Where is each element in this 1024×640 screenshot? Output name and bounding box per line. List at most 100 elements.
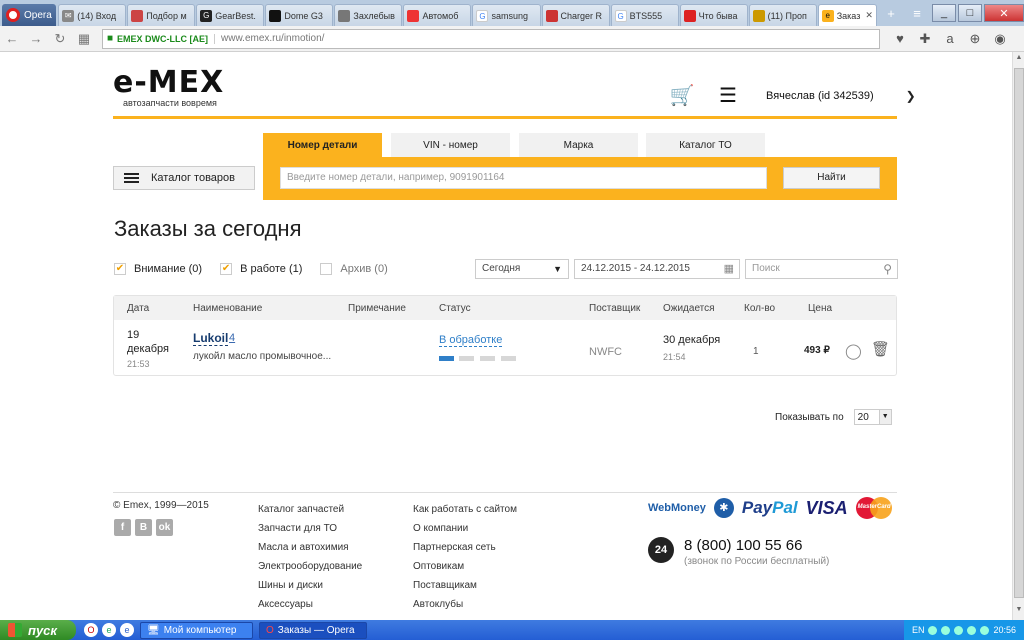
browser-tab[interactable]: Charger R — [541, 4, 610, 26]
browser-tab[interactable]: Захлебыв — [334, 4, 403, 26]
period-select[interactable]: Сегодня ▼ — [475, 259, 569, 279]
catalog-button[interactable]: Каталог товаров — [113, 166, 255, 190]
find-button[interactable]: Найти — [783, 167, 880, 189]
footer-link[interactable]: Шины и диски — [258, 576, 362, 595]
account-icon[interactable]: ◉ — [990, 30, 1010, 48]
browser-tab[interactable]: Подбор м — [127, 4, 196, 26]
cart-icon[interactable]: 🛒 — [668, 83, 696, 108]
browser-tab[interactable]: Gsamsung — [472, 4, 541, 26]
vk-icon[interactable]: B — [135, 519, 152, 536]
new-tab-icon[interactable]: + — [878, 2, 904, 24]
scroll-down-icon[interactable]: ▼ — [1014, 606, 1024, 618]
price: 493 ₽ — [804, 345, 830, 356]
checkbox-checked-icon[interactable]: ✔ — [114, 263, 126, 275]
browser-tab[interactable]: ✉ (14) Вход — [58, 4, 127, 26]
tray-icon[interactable] — [941, 625, 951, 635]
amazon-icon[interactable]: a — [940, 30, 960, 48]
tab-menu-icon[interactable]: ≡ — [904, 2, 930, 24]
tray-icon[interactable] — [967, 625, 977, 635]
browser-tab[interactable]: G GearBest. — [196, 4, 265, 26]
facebook-icon[interactable]: f — [114, 519, 131, 536]
tab-part-number[interactable]: Номер детали — [263, 133, 382, 157]
forward-icon[interactable]: → — [24, 31, 48, 46]
footer-link[interactable]: Запчасти для ТО — [258, 519, 362, 538]
checkbox-checked-icon[interactable]: ✔ — [220, 263, 233, 275]
browser-tab[interactable]: (11) Проп — [748, 4, 817, 26]
browser-tab[interactable]: G BTS555 — [610, 4, 679, 26]
scroll-up-icon[interactable]: ▲ — [1014, 54, 1024, 66]
scroll-thumb[interactable] — [1014, 68, 1024, 598]
browser-tab[interactable]: Автомоб — [403, 4, 472, 26]
odnoklassniki-icon[interactable]: ok — [156, 519, 173, 536]
filter-attention[interactable]: ✔ Внимание (0) — [114, 263, 202, 275]
page-scrollbar[interactable]: ▲ ▼ — [1012, 52, 1024, 620]
emex-logo[interactable]: e-MEX автозапчасти вовремя — [113, 65, 224, 108]
download-icon[interactable]: ⊕ — [965, 30, 985, 48]
browser-tab[interactable]: Dome G3 — [265, 4, 334, 26]
trash-icon[interactable]: 🗑 — [871, 340, 890, 358]
chevron-down-icon[interactable]: ❯ — [906, 89, 916, 103]
speed-dial-icon[interactable]: ▦ — [72, 31, 96, 47]
opera-menu-button[interactable]: Opera — [2, 4, 57, 26]
phone-number[interactable]: 8 (800) 100 55 66 — [684, 537, 829, 554]
footer-link[interactable]: Аксессуары — [258, 595, 362, 614]
minimize-icon[interactable]: _ — [932, 4, 956, 22]
col-date[interactable]: Дата — [127, 303, 149, 314]
taskbar-item-active[interactable]: O Заказы — Opera — [259, 621, 367, 639]
calendar-icon[interactable]: ▦ — [724, 260, 734, 278]
footer-link[interactable]: Автоклубы — [413, 595, 517, 614]
col-supplier[interactable]: Поставщик — [589, 303, 640, 314]
close-window-icon[interactable]: ✕ — [984, 4, 1024, 22]
tray-icon[interactable] — [928, 625, 938, 635]
checkbox-icon[interactable] — [320, 263, 333, 275]
footer-link[interactable]: Поставщикам — [413, 576, 517, 595]
filter-in-progress[interactable]: ✔ В работе (1) — [220, 263, 302, 275]
product-name-link[interactable]: Lukoil — [193, 331, 229, 346]
tray-icon[interactable] — [980, 625, 990, 635]
product-count-link[interactable]: 4 — [229, 332, 235, 344]
footer-link[interactable]: Как работать с сайтом — [413, 500, 517, 519]
footer-link[interactable]: О компании — [413, 519, 517, 538]
close-tab-icon[interactable]: ✕ — [865, 10, 873, 21]
tray-icon[interactable] — [954, 625, 964, 635]
checklist-icon[interactable]: ☰ — [714, 83, 742, 108]
footer-link[interactable]: Партнерская сеть — [413, 538, 517, 557]
footer-link[interactable]: Оптовикам — [413, 557, 517, 576]
taskbar-item[interactable]: 🖥 Мой компьютер — [140, 621, 253, 639]
order-search-input[interactable]: Поиск ⚲ — [745, 259, 898, 279]
status-link[interactable]: В обработке — [439, 334, 503, 347]
reload-icon[interactable]: ↻ — [48, 31, 72, 47]
start-button[interactable]: пуск — [0, 620, 76, 640]
url-field[interactable]: ■ EMEX DWC-LLC [AE] www.emex.ru/inmotion… — [102, 28, 880, 49]
part-search-input[interactable]: Введите номер детали, например, 90919011… — [280, 167, 767, 189]
maximize-icon[interactable]: □ — [958, 4, 982, 22]
col-expected[interactable]: Ожидается — [663, 303, 715, 314]
extension-icon[interactable]: ✚ — [915, 30, 935, 48]
col-price[interactable]: Цена — [808, 303, 832, 314]
browser-tab-active[interactable]: e Заказ ✕ — [817, 4, 877, 26]
footer-link[interactable]: Масла и автохимия — [258, 538, 362, 557]
tab-maintenance-catalog[interactable]: Каталог ТО — [646, 133, 765, 157]
ie-icon[interactable]: e — [120, 623, 134, 637]
opera-icon[interactable]: O — [84, 623, 98, 637]
search-icon[interactable]: ⚲ — [883, 260, 892, 278]
col-name[interactable]: Наименование — [193, 303, 262, 314]
date-range-field[interactable]: 24.12.2015 - 24.12.2015 ▦ — [574, 259, 740, 279]
heart-icon[interactable]: ♥ — [890, 30, 910, 48]
col-qty[interactable]: Кол-во — [744, 303, 775, 314]
browser-icon[interactable]: e — [102, 623, 116, 637]
filter-archive[interactable]: Архив (0) — [320, 263, 388, 275]
page-size-select[interactable]: 20 ▼ — [853, 409, 892, 425]
back-icon[interactable]: ← — [0, 31, 24, 46]
comment-icon[interactable]: ◯ — [845, 342, 862, 360]
tab-brand[interactable]: Марка — [519, 133, 638, 157]
footer-link[interactable]: Электрооборудование — [258, 557, 362, 576]
footer-link[interactable]: Каталог запчастей — [258, 500, 362, 519]
col-note[interactable]: Примечание — [348, 303, 406, 314]
user-name[interactable]: Вячеслав (id 342539) — [766, 90, 874, 102]
col-status[interactable]: Статус — [439, 303, 471, 314]
language-indicator[interactable]: EN — [912, 625, 925, 635]
browser-tab[interactable]: Что быва — [679, 4, 748, 26]
tab-vin[interactable]: VIN - номер — [391, 133, 510, 157]
table-row[interactable]: 19 декабря 21:53 Lukoil 4 лукойл масло пр… — [114, 320, 896, 376]
